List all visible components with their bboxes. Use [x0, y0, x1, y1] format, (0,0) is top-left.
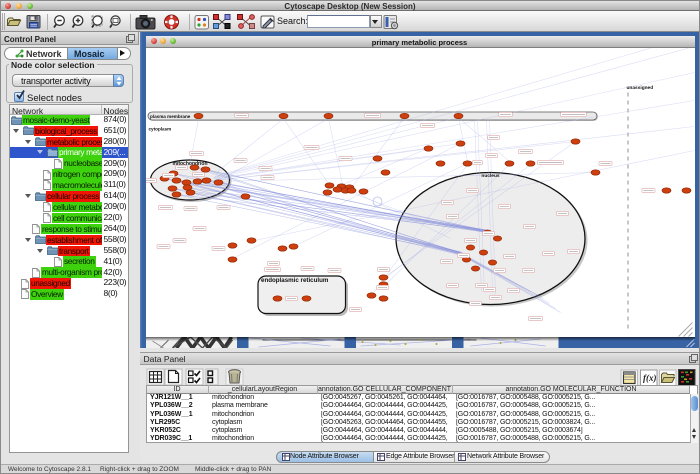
svg-text:endoplasmic reticulum: endoplasmic reticulum	[261, 277, 329, 284]
svg-text:f(x): f(x)	[643, 373, 657, 383]
svg-text:plasma membrane: plasma membrane	[150, 114, 191, 119]
svg-text:cytoplasm: cytoplasm	[148, 126, 171, 131]
svg-text:unassigned: unassigned	[626, 85, 653, 91]
svg-text:nucleus: nucleus	[481, 173, 499, 179]
